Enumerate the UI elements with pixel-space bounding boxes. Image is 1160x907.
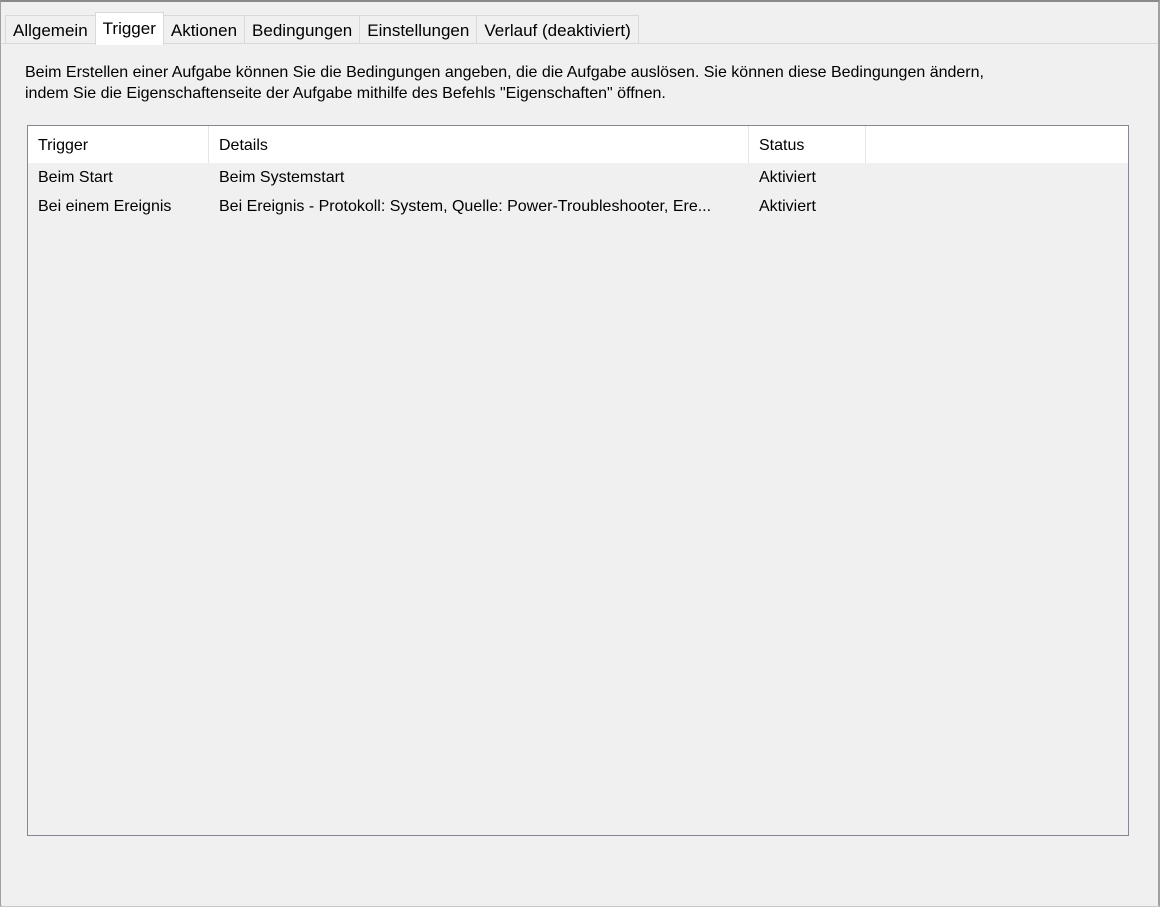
column-header-status[interactable]: Status bbox=[749, 126, 866, 163]
tab-strip: Allgemein Trigger Aktionen Bedingungen E… bbox=[5, 11, 639, 45]
column-header-details[interactable]: Details bbox=[209, 126, 749, 163]
cell-details: Beim Systemstart bbox=[219, 169, 345, 186]
cell-trigger: Beim Start bbox=[38, 169, 113, 186]
column-header-trigger[interactable]: Trigger bbox=[28, 126, 209, 163]
tab-bedingungen[interactable]: Bedingungen bbox=[244, 15, 361, 44]
cell-details: Bei Ereignis - Protokoll: System, Quelle… bbox=[219, 198, 712, 215]
column-header-filler bbox=[866, 126, 1128, 163]
trigger-description-text: Beim Erstellen einer Aufgabe können Sie … bbox=[25, 64, 984, 102]
list-header: Trigger Details Status bbox=[28, 126, 1128, 163]
tab-allgemein[interactable]: Allgemein bbox=[5, 15, 96, 44]
tab-einstellungen[interactable]: Einstellungen bbox=[359, 15, 478, 44]
tab-trigger[interactable]: Trigger bbox=[94, 12, 164, 45]
cell-trigger: Bei einem Ereignis bbox=[38, 198, 172, 215]
task-properties-window: Allgemein Trigger Aktionen Bedingungen E… bbox=[0, 0, 1160, 907]
tab-verlauf[interactable]: Verlauf (deaktiviert) bbox=[476, 15, 639, 44]
cell-status: Aktiviert bbox=[759, 198, 816, 215]
cell-status: Aktiviert bbox=[759, 169, 816, 186]
table-row[interactable]: Bei einem Ereignis Bei Ereignis - Protok… bbox=[28, 192, 1128, 221]
table-row[interactable]: Beim Start Beim Systemstart Aktiviert bbox=[28, 163, 1128, 192]
trigger-list[interactable]: Trigger Details Status Beim Start Beim S… bbox=[27, 125, 1129, 836]
tab-aktionen[interactable]: Aktionen bbox=[162, 15, 246, 44]
